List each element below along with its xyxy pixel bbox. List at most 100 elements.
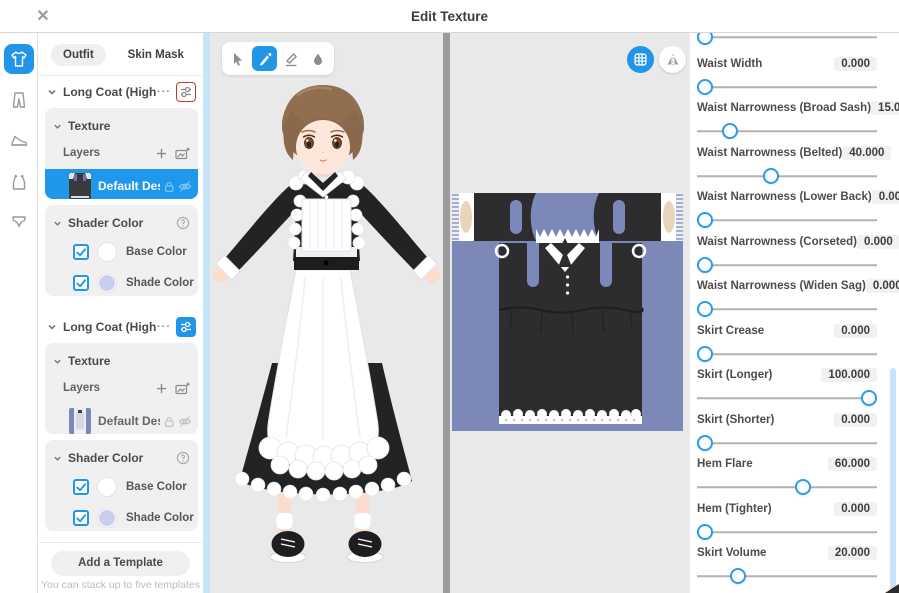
tool-select[interactable]: [226, 46, 251, 71]
tab-outfit[interactable]: Outfit: [51, 44, 106, 66]
add-image-layer-icon[interactable]: [175, 382, 190, 395]
more-menu-icon[interactable]: ···: [157, 321, 171, 333]
rail-item-underwear[interactable]: [4, 206, 34, 236]
checkbox-checked[interactable]: [73, 479, 89, 495]
slider[interactable]: [697, 388, 877, 408]
checkbox-checked[interactable]: [73, 510, 89, 526]
base-color-row[interactable]: Base Color: [73, 476, 198, 498]
slider-track[interactable]: [697, 575, 877, 577]
slider-value[interactable]: 60.000: [828, 457, 877, 471]
eye-off-icon[interactable]: [178, 180, 192, 193]
slider-value[interactable]: 0.000: [834, 57, 877, 71]
slider[interactable]: [697, 344, 877, 364]
lock-icon[interactable]: [163, 180, 175, 193]
slider-track[interactable]: [697, 86, 877, 88]
rail-item-tops[interactable]: [4, 44, 34, 74]
section-header-long-coat-1[interactable]: Long Coat (High ···: [45, 82, 196, 102]
slider-track[interactable]: [697, 353, 877, 355]
slider[interactable]: [697, 477, 877, 497]
slider-track[interactable]: [697, 36, 877, 38]
add-image-layer-icon[interactable]: [175, 147, 190, 160]
tool-eraser[interactable]: [279, 46, 304, 71]
slider-track[interactable]: [697, 308, 877, 310]
slider-value[interactable]: 40.000: [842, 146, 891, 160]
add-layer-icon[interactable]: [156, 148, 167, 159]
slider-handle[interactable]: [697, 212, 713, 228]
slider-track[interactable]: [697, 531, 877, 533]
texture-subsection-header[interactable]: Texture: [53, 352, 198, 370]
layer-row-default-design[interactable]: Default Desi: [45, 404, 198, 434]
lock-icon[interactable]: [163, 415, 175, 428]
slider-handle[interactable]: [861, 390, 877, 406]
section-header-long-coat-2[interactable]: Long Coat (High ···: [45, 317, 196, 337]
slider-handle[interactable]: [763, 168, 779, 184]
slider-handle[interactable]: [730, 568, 746, 584]
tab-skin-mask[interactable]: Skin Mask: [116, 44, 196, 66]
add-template-button[interactable]: Add a Template: [51, 551, 190, 576]
tool-brush[interactable]: [252, 46, 277, 71]
checkbox-checked[interactable]: [73, 275, 89, 291]
tool-blur[interactable]: [305, 46, 330, 71]
slider-value[interactable]: 15.000: [871, 101, 899, 115]
base-color-swatch[interactable]: [97, 477, 117, 497]
slider[interactable]: [697, 121, 877, 141]
slider[interactable]: [697, 255, 877, 275]
slider-value[interactable]: 0.000: [834, 324, 877, 338]
shade-color-swatch[interactable]: [97, 508, 117, 528]
help-icon[interactable]: [176, 216, 190, 230]
slider-handle[interactable]: [697, 79, 713, 95]
eye-off-icon[interactable]: [178, 415, 192, 428]
more-menu-icon[interactable]: ···: [157, 86, 171, 98]
mirror-toggle-button[interactable]: [659, 46, 686, 73]
slider-handle[interactable]: [697, 257, 713, 273]
layer-row-default-design[interactable]: Default Desi: [45, 169, 198, 199]
slider-track[interactable]: [697, 175, 877, 177]
slider[interactable]: [697, 77, 877, 97]
slider-value[interactable]: 0.000: [834, 502, 877, 516]
help-icon[interactable]: [176, 451, 190, 465]
slider-track[interactable]: [697, 442, 877, 444]
slider-value[interactable]: 20.000: [828, 546, 877, 560]
shader-subsection-header[interactable]: Shader Color: [53, 214, 198, 232]
viewport-divider[interactable]: [443, 33, 450, 593]
slider[interactable]: [697, 299, 877, 319]
slider[interactable]: [697, 566, 877, 586]
rail-item-one-piece[interactable]: [4, 167, 34, 197]
rail-item-shoes[interactable]: [4, 126, 34, 156]
slider-handle[interactable]: [697, 524, 713, 540]
slider-track[interactable]: [697, 264, 877, 266]
slider-value[interactable]: 0.000: [834, 413, 877, 427]
slider[interactable]: [697, 433, 877, 453]
template-params-button-active[interactable]: [176, 317, 196, 337]
rail-item-bottoms[interactable]: [4, 85, 34, 115]
slider-handle[interactable]: [697, 346, 713, 362]
slider-handle[interactable]: [697, 301, 713, 317]
grid-toggle-button[interactable]: [627, 46, 654, 73]
slider-value[interactable]: 0.000: [866, 279, 899, 293]
texture-subsection-header[interactable]: Texture: [53, 117, 198, 135]
shade-color-row[interactable]: Shade Color: [73, 272, 198, 294]
slider[interactable]: [697, 210, 877, 230]
params-scrollbar[interactable]: [890, 368, 896, 593]
slider[interactable]: [697, 522, 877, 542]
slider-value[interactable]: 100.000: [821, 368, 877, 382]
resize-grip[interactable]: [885, 584, 899, 593]
slider-track[interactable]: [697, 219, 877, 221]
slider-handle[interactable]: [697, 33, 713, 45]
checkbox-checked[interactable]: [73, 244, 89, 260]
slider-handle[interactable]: [722, 123, 738, 139]
base-color-swatch[interactable]: [97, 242, 117, 262]
shader-subsection-header[interactable]: Shader Color: [53, 449, 198, 467]
slider-value[interactable]: 0.000: [857, 235, 899, 249]
slider[interactable]: [697, 166, 877, 186]
add-layer-icon[interactable]: [156, 383, 167, 394]
slider-track[interactable]: [697, 486, 877, 488]
slider-value[interactable]: 0.000: [872, 190, 899, 204]
left-panel-scrollbar[interactable]: [203, 33, 210, 593]
texture-canvas[interactable]: [452, 193, 683, 431]
slider-partial[interactable]: [697, 33, 877, 47]
template-params-button-highlighted[interactable]: [176, 82, 196, 102]
shade-color-row[interactable]: Shade Color: [73, 507, 198, 529]
slider-track[interactable]: [697, 397, 877, 399]
slider-handle[interactable]: [697, 435, 713, 451]
